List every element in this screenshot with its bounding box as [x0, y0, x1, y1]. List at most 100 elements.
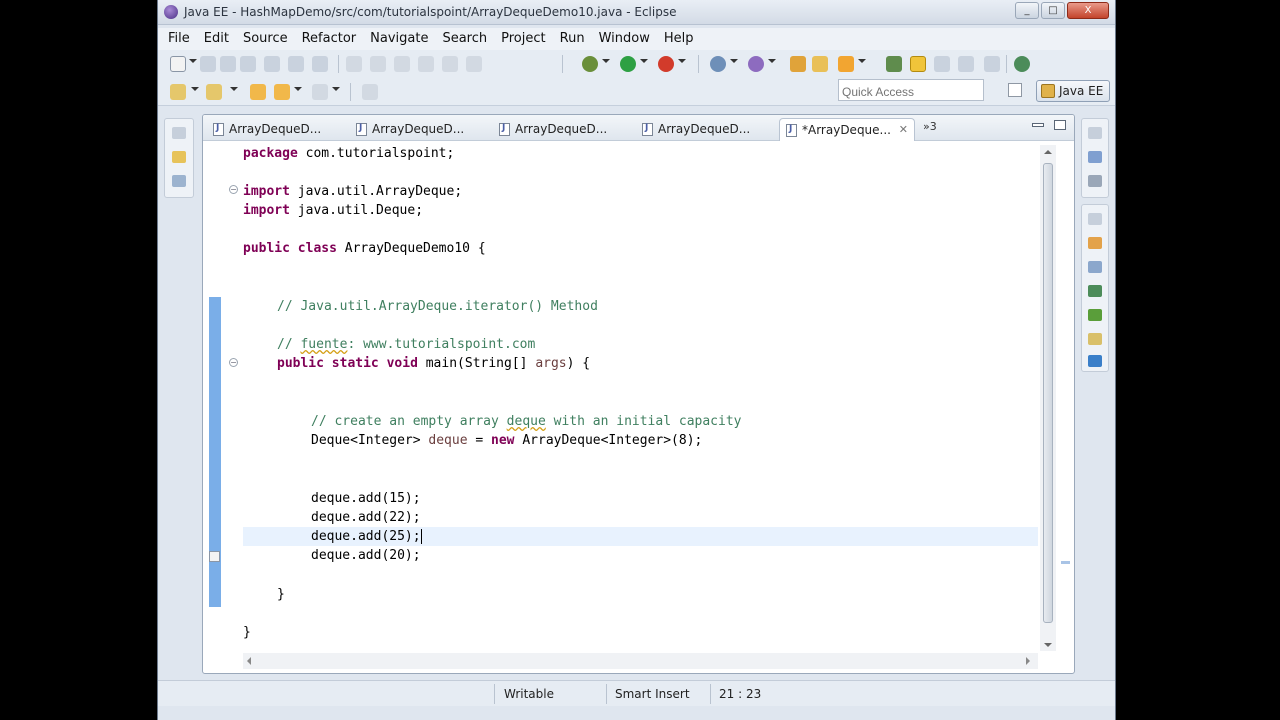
back-history-dropdown-icon[interactable] [294, 87, 302, 91]
next-edit-icon[interactable] [170, 84, 186, 100]
step-icon[interactable] [394, 56, 410, 72]
tab-arraydeque-active[interactable]: *ArrayDeque... ✕ [779, 118, 915, 141]
debug-dropdown-icon[interactable] [602, 59, 610, 63]
suspend-icon[interactable] [442, 56, 458, 72]
menu-file[interactable]: File [158, 28, 197, 46]
quick-access-input[interactable] [838, 79, 984, 101]
menu-project[interactable]: Project [494, 28, 552, 46]
next-annotation-icon[interactable] [288, 56, 304, 72]
code-line-15: // create an empty array deque with an i… [311, 414, 742, 429]
tab-arraydeque-4[interactable]: ArrayDequeD... [636, 118, 776, 141]
restore-bottom-icon[interactable] [1088, 213, 1102, 225]
new-icon[interactable] [170, 56, 186, 72]
tab-overflow-button[interactable]: »3 [923, 120, 937, 133]
new-server-icon[interactable] [710, 56, 726, 72]
external-tools-dropdown-icon[interactable] [678, 59, 686, 63]
perspective-java-ee[interactable]: Java EE [1036, 80, 1110, 102]
close-button[interactable]: X [1067, 2, 1109, 19]
server-dropdown-icon[interactable] [730, 59, 738, 63]
mark-occurrences-icon[interactable] [886, 56, 902, 72]
menu-window[interactable]: Window [592, 28, 657, 46]
prev-edit-icon[interactable] [206, 84, 222, 100]
tab-arraydeque-3[interactable]: ArrayDequeD... [493, 118, 633, 141]
task-list-icon[interactable] [1088, 175, 1102, 187]
java-class-dropdown-icon[interactable] [768, 59, 776, 63]
external-tools-icon[interactable] [658, 56, 674, 72]
status-bar: Writable Smart Insert 21 : 23 [158, 680, 1115, 706]
show-whitespace-icon[interactable] [958, 56, 974, 72]
prev-edit-dropdown-icon[interactable] [230, 87, 238, 91]
scroll-up-icon[interactable] [1044, 150, 1052, 154]
debug-icon[interactable] [582, 56, 598, 72]
next-edit-dropdown-icon[interactable] [191, 87, 199, 91]
restore-icon[interactable] [172, 127, 186, 139]
open-type-icon[interactable] [790, 56, 806, 72]
pin-icon[interactable] [264, 56, 280, 72]
minimize-button[interactable]: _ [1015, 2, 1039, 19]
tab-arraydeque-1[interactable]: ArrayDequeD... [207, 118, 347, 141]
open-task-icon[interactable] [812, 56, 828, 72]
back-icon[interactable] [346, 56, 362, 72]
menu-refactor[interactable]: Refactor [295, 28, 364, 46]
highlight-icon[interactable] [910, 56, 926, 72]
horizontal-scrollbar[interactable] [243, 653, 1038, 669]
pilcrow-icon[interactable] [984, 56, 1000, 72]
scroll-left-icon[interactable] [247, 657, 251, 665]
new-java-class-icon[interactable] [748, 56, 764, 72]
menu-help[interactable]: Help [657, 28, 701, 46]
close-tab-icon[interactable]: ✕ [899, 123, 908, 136]
console-icon[interactable] [1088, 355, 1102, 367]
scroll-right-icon[interactable] [1026, 657, 1030, 665]
restore-right-icon[interactable] [1088, 127, 1102, 139]
package-explorer-icon[interactable] [172, 151, 186, 163]
menu-search[interactable]: Search [435, 28, 494, 46]
print-icon[interactable] [240, 56, 256, 72]
menu-edit[interactable]: Edit [197, 28, 236, 46]
status-insert-mode: Smart Insert [615, 687, 690, 701]
tab-label: ArrayDequeD... [229, 122, 322, 136]
vertical-scrollbar[interactable] [1040, 145, 1056, 651]
properties-icon[interactable] [1088, 261, 1102, 273]
new-dropdown-icon[interactable] [189, 59, 197, 63]
run-icon[interactable] [620, 56, 636, 72]
menu-source[interactable]: Source [236, 28, 295, 46]
forward-dropdown-icon[interactable] [332, 87, 340, 91]
terminate-icon[interactable] [466, 56, 482, 72]
web-browser-icon[interactable] [1014, 56, 1030, 72]
hierarchy-icon[interactable] [172, 175, 186, 187]
back-nav-icon[interactable] [250, 84, 266, 100]
code-line-3: import java.util.ArrayDeque; [243, 184, 463, 199]
scroll-thumb[interactable] [1043, 163, 1053, 623]
search-dropdown-icon[interactable] [858, 59, 866, 63]
servers-icon[interactable] [1088, 285, 1102, 297]
search-tools-icon[interactable] [838, 56, 854, 72]
minimize-editor-icon[interactable] [1032, 123, 1044, 127]
outline-icon[interactable] [1088, 151, 1102, 163]
maximize-button[interactable]: □ [1041, 2, 1065, 19]
fold-main-icon[interactable]: − [229, 358, 238, 367]
menu-run[interactable]: Run [553, 28, 592, 46]
run-dropdown-icon[interactable] [640, 59, 648, 63]
open-perspective-icon[interactable] [1008, 83, 1022, 97]
overview-ruler[interactable] [1058, 141, 1074, 661]
block-selection-icon[interactable] [934, 56, 950, 72]
back-history-icon[interactable] [274, 84, 290, 100]
menu-navigate[interactable]: Navigate [363, 28, 435, 46]
pin-editor-icon[interactable] [362, 84, 378, 100]
save-all-icon[interactable] [220, 56, 236, 72]
resume-icon[interactable] [418, 56, 434, 72]
maximize-editor-icon[interactable] [1054, 120, 1066, 130]
data-source-icon[interactable] [1088, 309, 1102, 321]
toggle-icon[interactable] [312, 56, 328, 72]
fold-imports-icon[interactable]: − [229, 185, 238, 194]
forward-icon[interactable] [370, 56, 386, 72]
scroll-down-icon[interactable] [1044, 643, 1052, 647]
code-area[interactable]: package com.tutorialspoint; import java.… [243, 141, 1038, 651]
forward-nav-icon[interactable] [312, 84, 328, 100]
right-trim-stack-bottom [1081, 204, 1109, 372]
save-icon[interactable] [200, 56, 216, 72]
markers-icon[interactable] [1088, 237, 1102, 249]
overview-marker[interactable] [1061, 561, 1070, 564]
tab-arraydeque-2[interactable]: ArrayDequeD... [350, 118, 490, 141]
snippets-icon[interactable] [1088, 333, 1102, 345]
